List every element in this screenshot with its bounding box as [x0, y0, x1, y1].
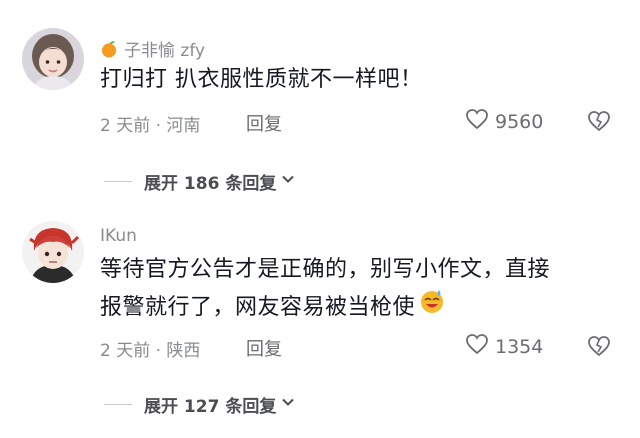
reply-button[interactable]: 回复 [246, 110, 282, 136]
dislike-button[interactable] [586, 335, 612, 361]
comment-text: 打归打 扒衣服性质就不一样吧！ [100, 67, 423, 92]
username[interactable]: IKun [100, 226, 137, 246]
chevron-down-icon [280, 171, 296, 192]
comment-item: 子非愉 zfy 打归打 扒衣服性质就不一样吧！ 2 天前 · 河南 回复 956… [0, 0, 640, 220]
like-count: 1354 [495, 335, 544, 358]
expand-replies-label: 展开 127 条回复 [144, 397, 277, 417]
tangerine-emoji-icon [100, 40, 118, 63]
avatar[interactable] [22, 28, 84, 90]
comment-text-line: 报警就行了，网友容易被当枪使 [100, 288, 620, 326]
heart-icon [465, 333, 489, 360]
username[interactable]: 子非愉 zfy [100, 36, 205, 63]
avatar[interactable] [22, 221, 84, 283]
divider-line [104, 404, 132, 405]
expand-replies-label: 展开 186 条回复 [144, 174, 277, 194]
broken-heart-icon [586, 336, 612, 361]
chevron-down-icon [280, 394, 296, 415]
comment-text-line: 等待官方公告才是正确的，别写小作文，直接 [100, 257, 551, 282]
comment-time-location: 2 天前 · 河南 [100, 116, 201, 136]
sweat-smile-emoji-icon [419, 288, 445, 326]
comment-time-location: 2 天前 · 陕西 [100, 341, 201, 361]
broken-heart-icon [586, 111, 612, 136]
like-count: 9560 [495, 110, 544, 133]
expand-replies-button[interactable]: 展开 127 条回复 [104, 392, 296, 417]
like-button[interactable]: 1354 [465, 333, 543, 360]
reply-button[interactable]: 回复 [246, 335, 282, 361]
comment-text: 等待官方公告才是正确的，别写小作文，直接 报警就行了，网友容易被当枪使 [100, 251, 620, 326]
expand-replies-button[interactable]: 展开 186 条回复 [104, 169, 296, 194]
dislike-button[interactable] [586, 110, 612, 136]
like-button[interactable]: 9560 [465, 108, 543, 135]
heart-icon [465, 108, 489, 135]
comment-item: IKun 等待官方公告才是正确的，别写小作文，直接 报警就行了，网友容易被当枪使… [0, 215, 640, 438]
divider-line [104, 181, 132, 182]
